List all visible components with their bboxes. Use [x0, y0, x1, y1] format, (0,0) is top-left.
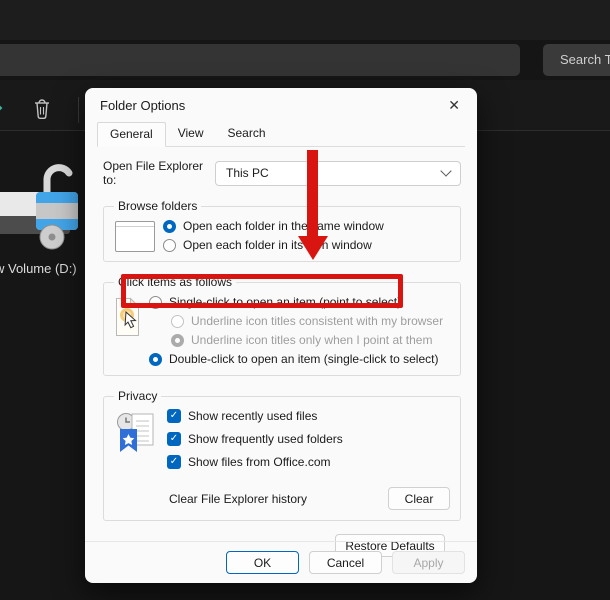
toolbar-divider: [78, 97, 79, 123]
radio-single-click[interactable]: Single-click to open an item (point to s…: [149, 294, 452, 310]
radio-open-same-window[interactable]: Open each folder in the same window: [163, 218, 452, 234]
privacy-group: Privacy ✓ Show recently used files: [103, 389, 461, 521]
radio-label: Underline icon titles only when I point …: [191, 333, 432, 347]
browse-folders-group: Browse folders Open each folder in the s…: [103, 199, 461, 262]
radio-disabled-selected-icon: [171, 334, 184, 347]
checkbox-checked-icon: ✓: [167, 455, 181, 469]
folder-window-icon: [115, 221, 155, 252]
checkbox-frequent-folders[interactable]: ✓ Show frequently used folders: [167, 431, 452, 447]
radio-label: Open each folder in its own window: [183, 238, 372, 252]
radio-label: Underline icon titles consistent with my…: [191, 314, 443, 328]
folder-options-dialog: Folder Options ✕ General View Search Ope…: [85, 88, 477, 583]
ok-button[interactable]: OK: [226, 551, 299, 574]
general-tab-panel: Open File Explorer to: This PC Browse fo…: [85, 147, 477, 557]
open-to-dropdown[interactable]: This PC: [215, 161, 461, 186]
window-titlebar: [0, 0, 610, 40]
search-input[interactable]: Search Thi: [543, 44, 610, 76]
open-file-explorer-label: Open File Explorer to:: [103, 159, 215, 187]
click-items-group: Click items as follows Single-click to o…: [103, 275, 461, 376]
radio-disabled-icon: [171, 315, 184, 328]
chevron-down-icon: [440, 165, 451, 176]
privacy-history-icon: [115, 411, 159, 455]
checkbox-recent-files[interactable]: ✓ Show recently used files: [167, 408, 452, 424]
checkbox-label: Show recently used files: [188, 409, 317, 423]
radio-label: Open each folder in the same window: [183, 219, 384, 233]
browse-folders-legend: Browse folders: [114, 199, 201, 213]
open-to-value: This PC: [226, 166, 269, 180]
delete-icon[interactable]: [32, 98, 52, 120]
click-items-legend: Click items as follows: [114, 275, 236, 289]
unlocked-drive-icon[interactable]: [0, 152, 92, 262]
close-icon[interactable]: ✕: [445, 97, 463, 114]
radio-underline-consistent: Underline icon titles consistent with my…: [171, 313, 452, 329]
checkbox-checked-icon: ✓: [167, 432, 181, 446]
click-document-icon: [115, 297, 141, 339]
radio-double-click[interactable]: Double-click to open an item (single-cli…: [149, 351, 452, 367]
radio-open-own-window[interactable]: Open each folder in its own window: [163, 237, 452, 253]
clear-history-label: Clear File Explorer history: [169, 492, 388, 506]
tab-strip: General View Search: [97, 121, 465, 147]
radio-label: Single-click to open an item (point to s…: [169, 295, 401, 309]
checkbox-checked-icon: ✓: [167, 409, 181, 423]
tab-view[interactable]: View: [166, 122, 216, 147]
tab-search[interactable]: Search: [216, 122, 278, 147]
privacy-legend: Privacy: [114, 389, 161, 403]
checkbox-label: Show frequently used folders: [188, 432, 343, 446]
partial-toolbar-icon: [0, 100, 8, 116]
radio-selected-icon: [163, 220, 176, 233]
drive-label[interactable]: w Volume (D:): [0, 261, 90, 276]
tab-general[interactable]: General: [97, 122, 166, 147]
apply-button[interactable]: Apply: [392, 551, 465, 574]
radio-icon: [163, 239, 176, 252]
clear-button[interactable]: Clear: [388, 487, 450, 510]
dialog-titlebar: Folder Options ✕: [85, 88, 477, 114]
dialog-footer: OK Cancel Apply: [85, 541, 477, 583]
radio-label: Double-click to open an item (single-cli…: [169, 352, 438, 366]
address-bar[interactable]: [0, 44, 520, 76]
radio-underline-point: Underline icon titles only when I point …: [171, 332, 452, 348]
radio-icon: [149, 296, 162, 309]
radio-selected-icon: [149, 353, 162, 366]
dialog-title: Folder Options: [100, 98, 185, 113]
checkbox-office-files[interactable]: ✓ Show files from Office.com: [167, 454, 452, 470]
cancel-button[interactable]: Cancel: [309, 551, 382, 574]
checkbox-label: Show files from Office.com: [188, 455, 331, 469]
